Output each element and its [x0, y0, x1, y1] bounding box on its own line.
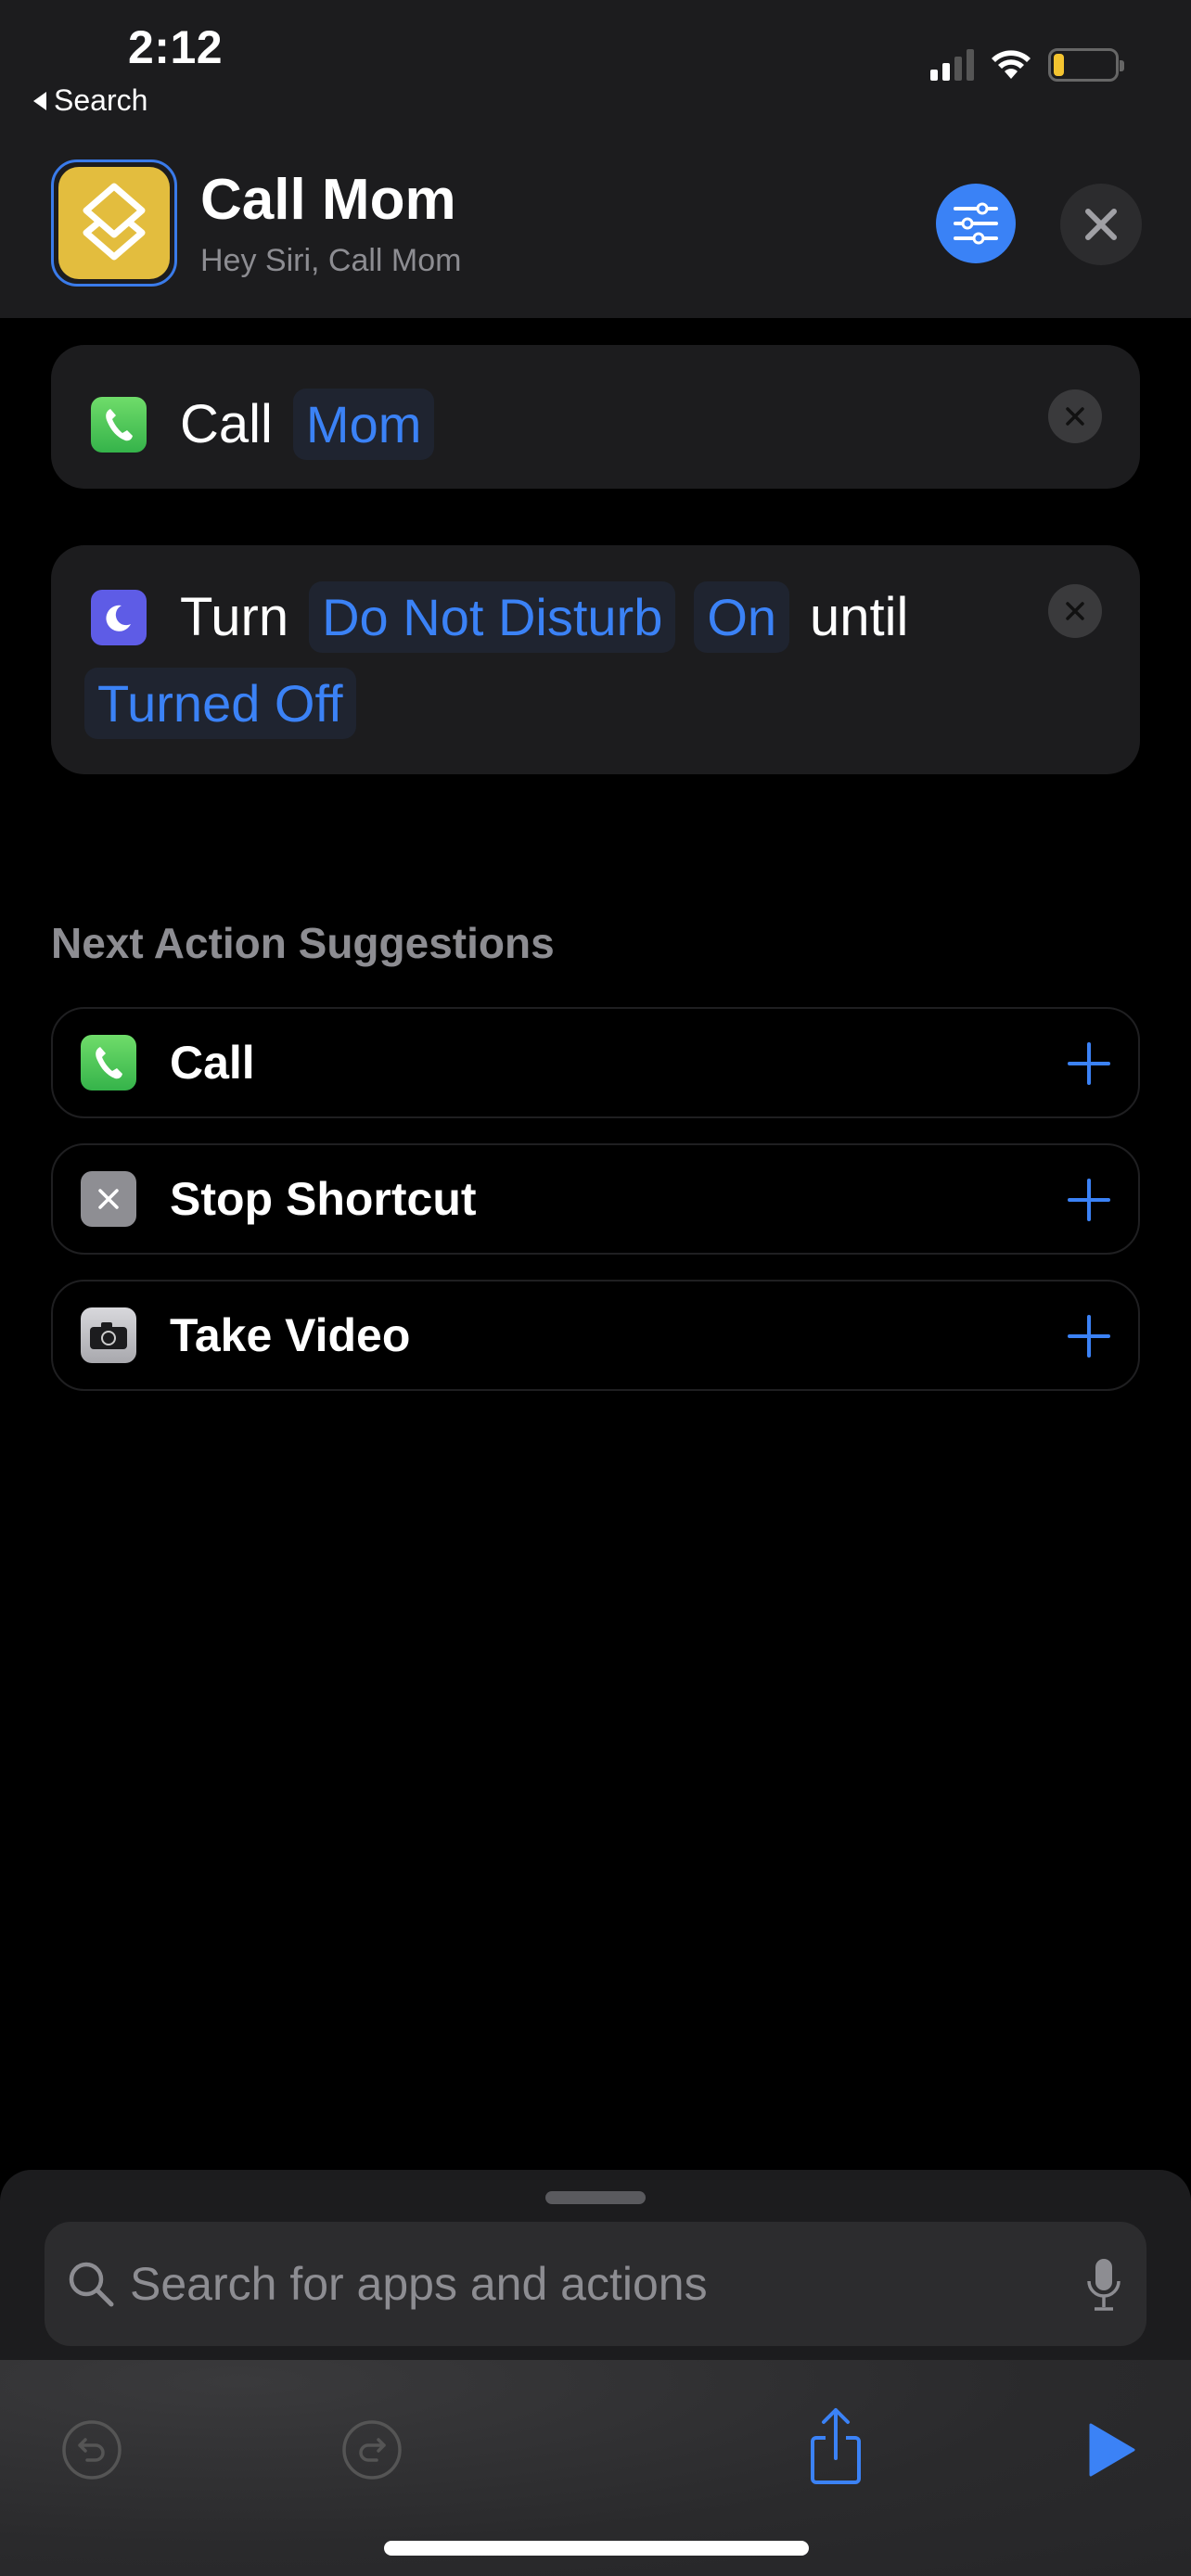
wifi-icon: [992, 50, 1031, 79]
close-icon: [1085, 209, 1117, 240]
sliders-icon: [954, 202, 998, 245]
remove-action-button[interactable]: [1048, 389, 1102, 443]
redo-icon: [342, 2420, 402, 2480]
battery-icon: [1048, 48, 1124, 82]
battery-level: [1054, 54, 1064, 76]
action-verb: Call: [180, 394, 273, 454]
search-input[interactable]: [130, 2257, 965, 2311]
sheet-grabber[interactable]: [545, 2191, 646, 2204]
close-icon: [1066, 602, 1084, 620]
run-button[interactable]: [1080, 2417, 1145, 2482]
suggestion-label: Call: [170, 1037, 255, 1089]
close-button[interactable]: [1060, 184, 1142, 265]
remove-action-button[interactable]: [1048, 584, 1102, 638]
share-icon: [811, 2408, 861, 2484]
action-card-call[interactable]: Call Mom: [51, 345, 1140, 489]
stop-x-icon: [81, 1171, 136, 1227]
add-icon[interactable]: [1068, 1179, 1110, 1221]
home-indicator[interactable]: [384, 2541, 809, 2556]
moon-icon: [91, 589, 147, 645]
add-icon[interactable]: [1068, 1042, 1110, 1085]
suggestion-item-call[interactable]: Call: [51, 1007, 1140, 1118]
undo-icon: [62, 2420, 122, 2480]
add-icon[interactable]: [1068, 1315, 1110, 1358]
action-search-sheet: [0, 2170, 1191, 2365]
microphone-icon[interactable]: [1085, 2257, 1122, 2313]
param-state[interactable]: On: [694, 581, 790, 653]
undo-button[interactable]: [59, 2417, 124, 2482]
suggestion-label: Take Video: [170, 1309, 411, 1361]
settings-button[interactable]: [936, 184, 1016, 263]
phone-icon: [91, 396, 147, 453]
close-icon: [1066, 407, 1084, 426]
phone-icon: [81, 1035, 136, 1090]
redo-button[interactable]: [339, 2417, 404, 2482]
cellular-signal-icon: [930, 49, 974, 81]
search-field[interactable]: [45, 2222, 1146, 2346]
suggestion-item-stop-shortcut[interactable]: Stop Shortcut: [51, 1143, 1140, 1255]
camera-icon: [81, 1307, 136, 1363]
suggestions-heading: Next Action Suggestions: [51, 919, 555, 967]
action-connector: until: [810, 587, 909, 647]
shortcut-icon-button[interactable]: [51, 159, 177, 287]
back-label: Search: [54, 83, 148, 117]
action-card-do-not-disturb[interactable]: Turn Do Not Disturb On until Turned Off: [51, 545, 1140, 774]
back-to-search-link[interactable]: Search: [33, 83, 147, 118]
status-icons: [930, 48, 1124, 82]
param-contact[interactable]: Mom: [292, 389, 435, 460]
shortcut-subtitle: Hey Siri, Call Mom: [200, 243, 462, 278]
shortcut-title[interactable]: Call Mom: [200, 167, 456, 233]
play-icon: [1089, 2423, 1135, 2477]
param-focus-mode[interactable]: Do Not Disturb: [309, 581, 676, 653]
shortcuts-layers-icon: [83, 183, 146, 260]
suggestion-item-take-video[interactable]: Take Video: [51, 1280, 1140, 1391]
status-time: 2:12: [128, 21, 224, 73]
param-until[interactable]: Turned Off: [84, 668, 356, 739]
search-icon: [69, 2262, 114, 2307]
suggestion-label: Stop Shortcut: [170, 1173, 477, 1225]
header-area: 2:12 Search Call Mom Hey Siri, Call Mom: [0, 0, 1191, 318]
share-button[interactable]: [803, 2404, 868, 2488]
action-verb: Turn: [180, 587, 289, 647]
back-triangle-icon: [33, 91, 46, 110]
